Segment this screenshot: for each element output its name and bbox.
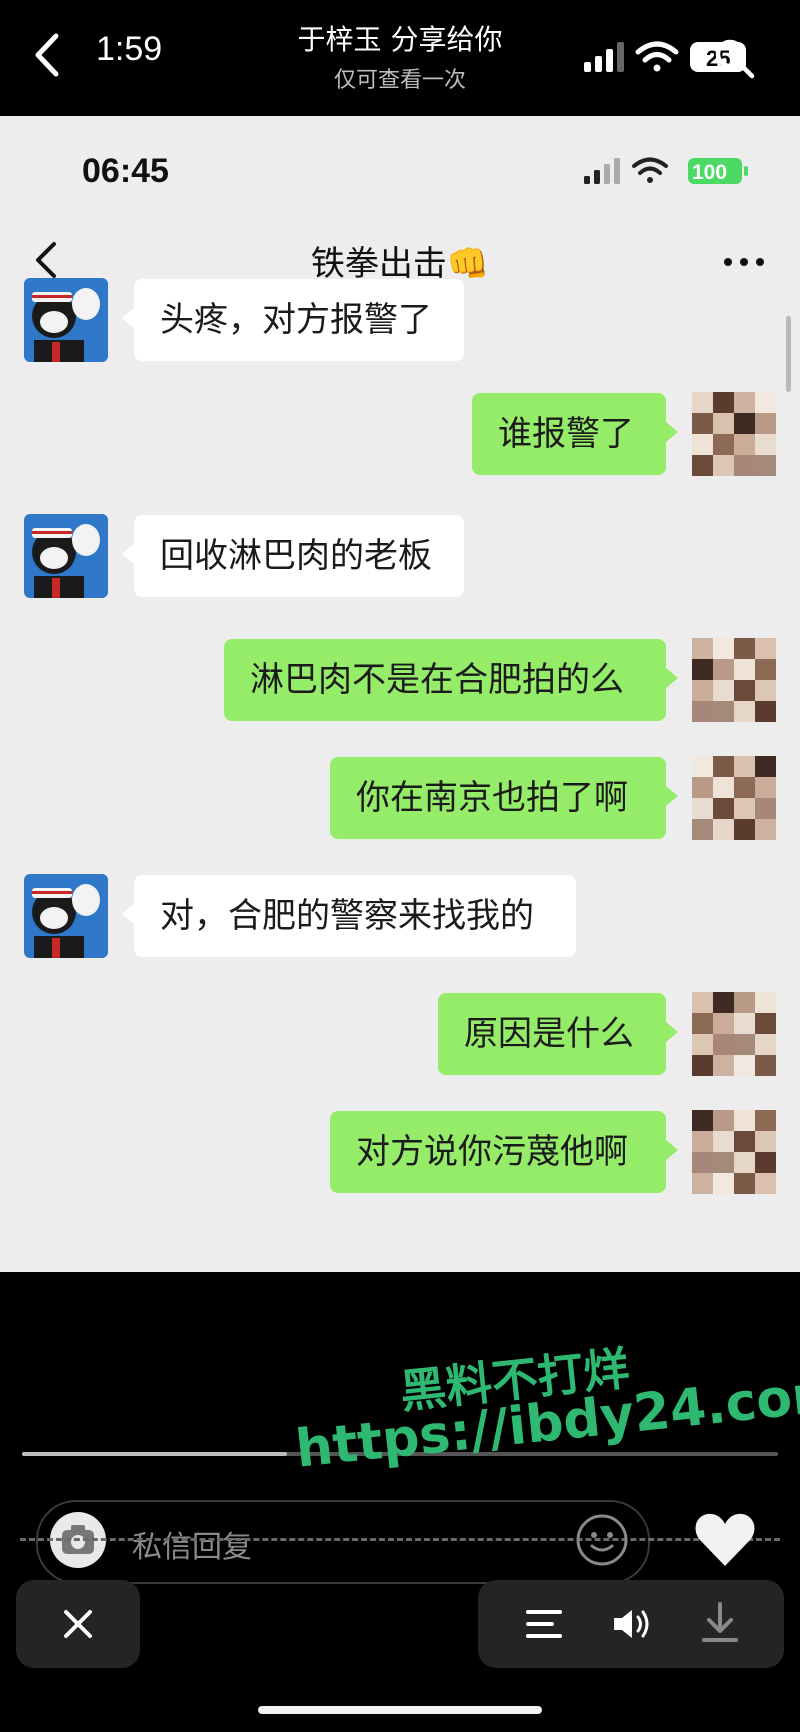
received-message[interactable]: 对，合肥的警察来找我的 <box>134 875 576 957</box>
my-avatar[interactable] <box>692 756 776 840</box>
chat-screenshot: 06:45 100 铁拳出击👊 头疼，对方报警了 谁报警了 回收淋巴肉的老板淋巴肉不… <box>0 116 800 1272</box>
my-avatar[interactable] <box>692 392 776 476</box>
reply-input[interactable] <box>36 1500 650 1584</box>
wifi-icon <box>635 41 679 72</box>
viewer-status-icons: 25 <box>584 39 755 79</box>
contact-avatar[interactable] <box>24 874 108 958</box>
home-indicator <box>258 1706 542 1714</box>
phone-clock: 06:45 <box>82 152 169 190</box>
received-message[interactable]: 头疼，对方报警了 <box>134 279 464 361</box>
bubble-tail <box>122 308 134 328</box>
phone-status-icons: 100 <box>584 157 748 184</box>
bubble-tail <box>666 668 678 688</box>
bubble-tail <box>666 786 678 806</box>
chat-title: 铁拳出击👊 <box>310 244 490 284</box>
contact-avatar[interactable] <box>24 278 108 362</box>
bubble-tail <box>122 544 134 564</box>
my-avatar[interactable] <box>692 1110 776 1194</box>
bubble-tail <box>666 422 678 442</box>
signal-icon <box>584 158 620 184</box>
my-avatar[interactable] <box>692 992 776 1076</box>
close-button[interactable] <box>16 1580 140 1668</box>
reply-placeholder: 私信回复 <box>132 1530 252 1565</box>
sent-message[interactable]: 对方说你污蔑他啊 <box>330 1111 666 1193</box>
bubble-tail <box>666 1140 678 1160</box>
svg-text:100: 100 <box>692 161 727 184</box>
sent-message[interactable]: 淋巴肉不是在合肥拍的么 <box>224 639 666 721</box>
sent-message[interactable]: 你在南京也拍了啊 <box>330 757 666 839</box>
volume-icon[interactable] <box>610 1602 654 1646</box>
battery-icon: 100 <box>688 158 748 184</box>
progress-fill <box>22 1452 287 1456</box>
received-message[interactable]: 回收淋巴肉的老板 <box>134 515 464 597</box>
wifi-icon <box>632 157 668 183</box>
sent-message[interactable]: 原因是什么 <box>438 993 666 1075</box>
more-options-icon[interactable] <box>720 256 770 268</box>
close-icon <box>64 1610 92 1638</box>
menu-icon[interactable] <box>522 1602 566 1646</box>
my-avatar[interactable] <box>692 638 776 722</box>
bubble-tail <box>666 1022 678 1042</box>
scrollbar[interactable] <box>786 316 791 392</box>
dashed-divider <box>20 1538 780 1541</box>
viewer-controls <box>478 1580 784 1668</box>
download-icon[interactable] <box>698 1600 742 1646</box>
contact-avatar[interactable] <box>24 514 108 598</box>
heart-icon[interactable] <box>692 1510 758 1570</box>
emoji-icon[interactable] <box>574 1512 630 1568</box>
bubble-tail <box>122 904 134 924</box>
sent-message[interactable]: 谁报警了 <box>472 393 666 475</box>
signal-icon <box>584 42 624 72</box>
